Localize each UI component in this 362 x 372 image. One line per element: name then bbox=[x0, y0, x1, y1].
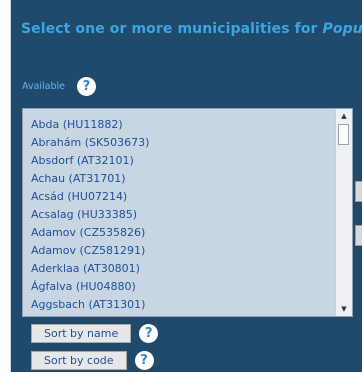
scrollbar-thumb[interactable] bbox=[338, 124, 349, 145]
sort-by-name-button[interactable]: Sort by name bbox=[31, 323, 132, 343]
sort-by-name-help-icon[interactable]: ? bbox=[139, 323, 159, 343]
remove-selected-button[interactable] bbox=[355, 225, 362, 246]
municipality-option[interactable]: Abda (HU11882) bbox=[31, 116, 334, 134]
sort-by-code-help-icon[interactable]: ? bbox=[134, 350, 154, 370]
municipality-selection-panel: Select one or more municipalities for Po… bbox=[11, 0, 362, 372]
title-text: Select one or more municipalities for bbox=[21, 21, 323, 37]
municipality-option[interactable]: Achau (AT31701) bbox=[31, 170, 334, 188]
available-municipalities-listbox[interactable]: Abda (HU11882) Abrahám (SK503673) Absdorf … bbox=[22, 108, 353, 317]
available-label: Available bbox=[22, 80, 66, 92]
municipality-option[interactable]: Adamov (CZ535826) bbox=[31, 224, 334, 242]
page-title: Select one or more municipalities for Po… bbox=[21, 21, 362, 37]
municipality-option[interactable]: Acsalag (HU33385) bbox=[31, 206, 334, 224]
add-selected-button[interactable] bbox=[355, 181, 362, 202]
municipality-option[interactable]: Aggsbach (AT31301) bbox=[31, 296, 334, 314]
available-help-icon[interactable]: ? bbox=[77, 76, 97, 96]
available-header: Available ? bbox=[22, 76, 97, 96]
municipality-option[interactable]: Aderklaa (AT30801) bbox=[31, 260, 334, 278]
municipality-option[interactable]: Abrahám (SK503673) bbox=[31, 134, 334, 152]
list-scrollbar[interactable]: ▲ ▼ bbox=[335, 109, 352, 316]
municipality-option[interactable]: Adamov (CZ581291) bbox=[31, 242, 334, 260]
municipality-option[interactable]: Absdorf (AT32101) bbox=[31, 152, 334, 170]
title-emphasis: Populat bbox=[322, 21, 362, 37]
sort-by-name-row: Sort by name ? bbox=[31, 323, 159, 343]
municipality-list: Abda (HU11882) Abrahám (SK503673) Absdorf … bbox=[31, 116, 334, 314]
scroll-down-arrow-icon[interactable]: ▼ bbox=[336, 302, 352, 316]
scroll-up-arrow-icon[interactable]: ▲ bbox=[336, 109, 352, 123]
municipality-option[interactable]: Acsád (HU07214) bbox=[31, 188, 334, 206]
sort-by-code-row: Sort by code ? bbox=[31, 350, 154, 370]
municipality-option[interactable]: Ágfalva (HU04880) bbox=[31, 278, 334, 296]
sort-by-code-button[interactable]: Sort by code bbox=[31, 350, 127, 370]
